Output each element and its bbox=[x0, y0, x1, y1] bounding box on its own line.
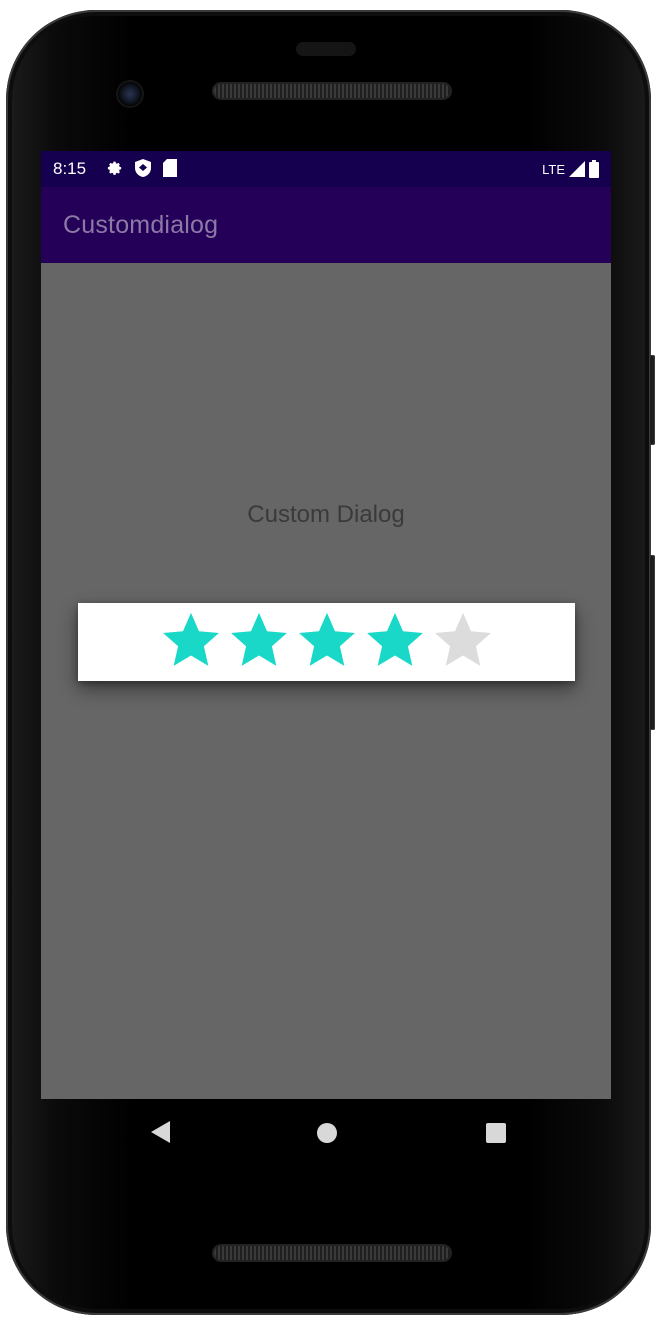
recents-icon[interactable] bbox=[486, 1123, 506, 1143]
app-bar: Customdialog bbox=[41, 187, 611, 263]
power-button bbox=[649, 355, 655, 445]
sd-card-icon bbox=[163, 159, 177, 177]
camera-icon bbox=[118, 82, 142, 106]
star-filled-icon[interactable] bbox=[294, 609, 360, 671]
status-icons-left bbox=[105, 159, 177, 177]
rating-bar[interactable] bbox=[158, 609, 496, 671]
signal-icon bbox=[569, 161, 585, 177]
earpiece-speaker bbox=[214, 84, 450, 98]
star-filled-icon[interactable] bbox=[226, 609, 292, 671]
device-screen: 8:15 LTE Customdialog Custom Dialog bbox=[41, 151, 611, 1099]
custom-dialog-label: Custom Dialog bbox=[247, 501, 405, 528]
star-filled-icon[interactable] bbox=[362, 609, 428, 671]
page: 8:15 LTE Customdialog Custom Dialog bbox=[0, 0, 657, 1319]
status-time: 8:15 bbox=[53, 159, 87, 178]
status-icons-right: LTE bbox=[542, 160, 599, 178]
shield-icon bbox=[135, 159, 151, 177]
status-bar: 8:15 LTE bbox=[41, 151, 611, 187]
app-title: Customdialog bbox=[63, 211, 219, 239]
battery-icon bbox=[589, 160, 599, 178]
navigation-bar bbox=[41, 1099, 611, 1169]
bottom-speaker bbox=[214, 1246, 450, 1260]
sensor-notch bbox=[296, 42, 356, 56]
home-icon[interactable] bbox=[317, 1123, 337, 1143]
network-type: LTE bbox=[542, 161, 565, 177]
volume-button bbox=[649, 555, 655, 730]
rating-dialog bbox=[78, 603, 575, 681]
settings-icon bbox=[105, 159, 123, 177]
star-filled-icon[interactable] bbox=[158, 609, 224, 671]
back-icon[interactable] bbox=[151, 1121, 170, 1143]
star-empty-icon[interactable] bbox=[430, 609, 496, 671]
